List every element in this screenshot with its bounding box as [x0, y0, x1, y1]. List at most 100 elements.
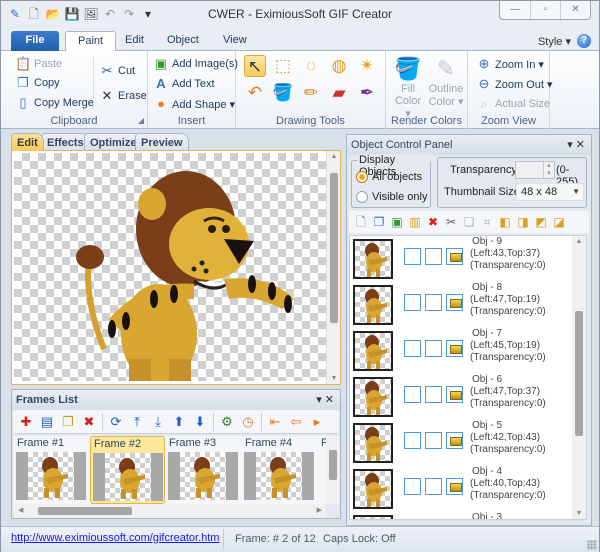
zoom-out-button[interactable]: ⊖ Zoom Out ▾ — [476, 76, 553, 92]
tab-object[interactable]: Object — [155, 31, 211, 52]
tab-edit-canvas[interactable]: Edit — [11, 133, 44, 151]
fill-color-button[interactable]: 🪣 Fill Color ▾ — [392, 55, 424, 120]
ellipse-select-tool[interactable]: ◌ — [300, 55, 322, 77]
delete-object-icon[interactable]: ✖ — [425, 214, 441, 230]
scroll-left-arrow[interactable]: ◀ — [18, 504, 23, 518]
prev-frame-icon[interactable]: ⇦ — [286, 412, 306, 432]
outline-color-button[interactable]: ✎ Outline Color ▾ — [426, 55, 466, 108]
dialog-launcher-icon[interactable]: ◢ — [138, 116, 144, 125]
cut-button[interactable]: ✂ Cut — [99, 63, 136, 79]
fill-bucket-tool[interactable]: 🪣 — [272, 82, 294, 104]
style-menu[interactable]: Style ▾ — [538, 35, 571, 48]
visible-checkbox[interactable] — [404, 340, 421, 357]
frame-item[interactable]: Frame #3 — [166, 436, 241, 504]
tab-effects[interactable]: Effects — [41, 133, 90, 151]
scroll-thumb[interactable] — [330, 173, 338, 323]
actual-size-button[interactable]: ⌕ Actual Size — [476, 96, 550, 112]
copy-merge-button[interactable]: ▯ Copy Merge — [15, 95, 94, 111]
pin-dropdown-icon[interactable]: ▾ — [316, 394, 322, 406]
tab-preview[interactable]: Preview — [135, 133, 189, 151]
pin-dropdown-icon[interactable]: ▾ — [567, 139, 573, 151]
object-list-scrollbar[interactable]: ▲ ▼ — [572, 236, 586, 519]
object-image-icon[interactable] — [446, 294, 463, 311]
object-image-icon[interactable] — [446, 248, 463, 265]
spinner-buttons[interactable]: ▲ ▼ — [543, 162, 554, 178]
move-first-icon[interactable]: ⤒ — [127, 412, 147, 432]
object-image-icon[interactable] — [446, 386, 463, 403]
object-row[interactable]: Obj - 9 (Left:43,Top:37) (Transparency:0) — [350, 236, 572, 282]
object-image-icon[interactable] — [446, 340, 463, 357]
color-picker-tool[interactable]: ✒ — [356, 82, 378, 104]
canvas-vertical-scrollbar[interactable]: ▲ ▼ — [326, 151, 340, 384]
close-button[interactable]: ✕ — [560, 1, 590, 19]
add-images-button[interactable]: ▣ Add Image(s) — [153, 56, 238, 72]
frame-delay-icon[interactable]: ◷ — [238, 412, 258, 432]
tab-paint[interactable]: Paint — [65, 31, 117, 53]
close-panel-icon[interactable]: ✕ — [576, 139, 585, 151]
edit-canvas[interactable] — [14, 153, 326, 381]
scroll-down-arrow[interactable]: ▼ — [572, 510, 586, 517]
object-row[interactable]: Obj - 5 (Left:42,Top:43) (Transparency:0) — [350, 420, 572, 466]
transparency-spinner[interactable]: ▲ ▼ — [515, 161, 555, 179]
lock-checkbox[interactable] — [425, 248, 442, 265]
bring-front-icon[interactable]: ◧ — [497, 214, 513, 230]
add-image-object-icon[interactable]: ▣ — [389, 214, 405, 230]
object-row[interactable]: Obj - 3 — [350, 512, 572, 519]
scroll-up-arrow[interactable]: ▲ — [572, 238, 586, 245]
copy-button[interactable]: ❐ Copy — [15, 75, 60, 91]
erase-button[interactable]: ✕ Erase — [99, 88, 147, 104]
lock-checkbox[interactable] — [425, 432, 442, 449]
scroll-thumb[interactable] — [329, 450, 337, 480]
send-back-icon[interactable]: ◨ — [515, 214, 531, 230]
pencil-tool[interactable]: ✏ — [300, 82, 322, 104]
help-icon[interactable]: ? — [577, 34, 591, 48]
merge-objects-icon[interactable]: ❏ — [461, 214, 477, 230]
frame-item[interactable]: Frame #1 — [14, 436, 89, 504]
paste-button[interactable]: 📋 Paste — [15, 56, 62, 72]
send-backward-icon[interactable]: ◪ — [551, 214, 567, 230]
object-row[interactable]: Obj - 6 (Left:47,Top:37) (Transparency:0) — [350, 374, 572, 420]
frame-item[interactable]: Frame #4 — [242, 436, 317, 504]
object-row[interactable]: Obj - 8 (Left:47,Top:19) (Transparency:0) — [350, 282, 572, 328]
tab-view[interactable]: View — [211, 31, 259, 52]
tab-edit[interactable]: Edit — [113, 31, 156, 52]
object-row[interactable]: Obj - 7 (Left:45,Top:19) (Transparency:0) — [350, 328, 572, 374]
lock-checkbox[interactable] — [425, 478, 442, 495]
magic-wand-tool[interactable]: ✴ — [356, 55, 378, 77]
lock-checkbox[interactable] — [425, 294, 442, 311]
add-shape-button[interactable]: ● Add Shape ▾ — [153, 96, 235, 112]
eraser-tool[interactable]: ▰ — [328, 82, 350, 104]
lock-checkbox[interactable] — [425, 386, 442, 403]
scroll-down-arrow[interactable]: ▼ — [327, 375, 341, 382]
close-panel-icon[interactable]: ✕ — [325, 394, 334, 406]
visible-checkbox[interactable] — [404, 478, 421, 495]
tab-file[interactable]: File — [11, 31, 59, 52]
frames-horizontal-scrollbar[interactable]: ◀ ▶ — [14, 504, 326, 518]
minimize-button[interactable]: — — [500, 1, 530, 19]
copy-object-icon[interactable]: ❐ — [371, 214, 387, 230]
next-frame-icon[interactable]: ▸ — [307, 412, 327, 432]
new-object-icon[interactable]: 🗋 — [353, 214, 369, 230]
object-row[interactable]: Obj - 4 (Left:40,Top:43) (Transparency:0) — [350, 466, 572, 512]
move-down-icon[interactable]: ⬇ — [190, 412, 210, 432]
import-object-icon[interactable]: ▥ — [407, 214, 423, 230]
object-image-icon[interactable] — [446, 478, 463, 495]
thumbnail-size-select[interactable]: 48 x 48 ▼ — [516, 183, 584, 201]
visible-checkbox[interactable] — [404, 432, 421, 449]
tab-optimize[interactable]: Optimize — [84, 133, 143, 151]
zoom-in-button[interactable]: ⊕ Zoom In ▾ — [476, 56, 544, 72]
visible-checkbox[interactable] — [404, 294, 421, 311]
website-link[interactable]: http://www.eximioussoft.com/gifcreator.h… — [11, 532, 219, 544]
visible-checkbox[interactable] — [404, 248, 421, 265]
cut-object-icon[interactable]: ✂ — [443, 214, 459, 230]
scroll-thumb[interactable] — [575, 311, 583, 436]
bring-forward-icon[interactable]: ◩ — [533, 214, 549, 230]
first-frame-icon[interactable]: ⇤ — [265, 412, 285, 432]
insert-frame-icon[interactable]: ▤ — [37, 412, 57, 432]
add-frame-icon[interactable]: ✚ — [16, 412, 36, 432]
object-image-icon[interactable] — [446, 432, 463, 449]
frame-item[interactable]: Frame #2 — [90, 436, 165, 504]
frame-properties-icon[interactable]: ⚙ — [217, 412, 237, 432]
resize-grip[interactable] — [587, 540, 597, 550]
visible-checkbox[interactable] — [404, 386, 421, 403]
